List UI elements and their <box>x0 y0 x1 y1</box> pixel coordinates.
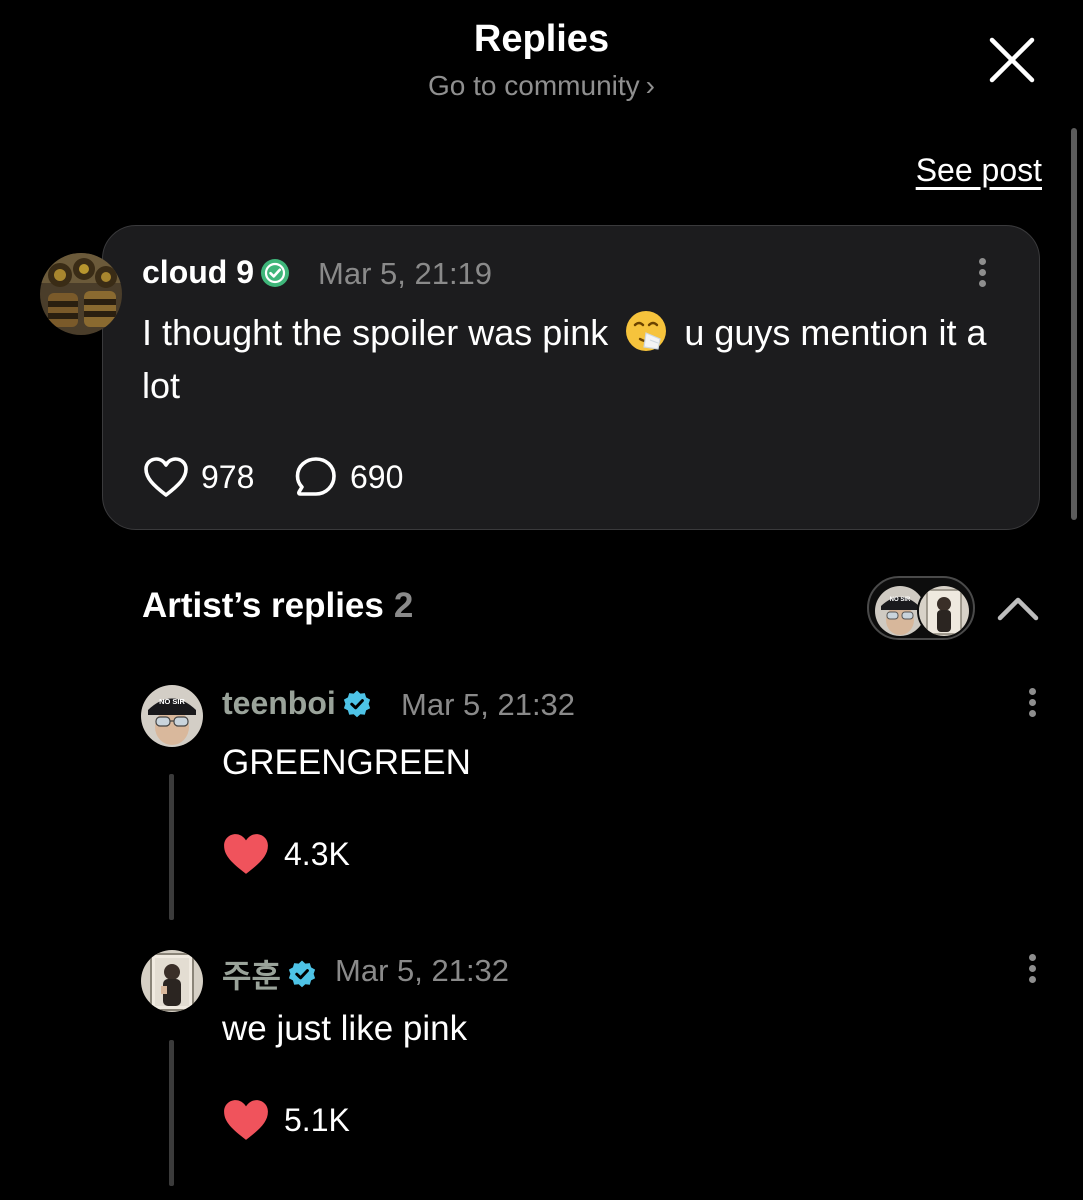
see-post-link[interactable]: See post <box>916 152 1042 189</box>
artist-verified-badge-icon <box>288 960 315 988</box>
go-to-community-label: Go to community <box>428 70 640 101</box>
post-author-avatar[interactable] <box>40 253 122 335</box>
page-title: Replies <box>473 18 610 60</box>
post-comment-count: 690 <box>350 458 404 495</box>
reply-more-options-button[interactable] <box>1026 954 1038 990</box>
avatar-image <box>141 950 203 1012</box>
reply-author-avatar[interactable] <box>141 950 203 1012</box>
artist-replies-heading: Artist’s replies 2 <box>142 586 413 626</box>
scrollbar[interactable] <box>1071 128 1077 520</box>
reply-text: GREENGREEN <box>222 743 471 782</box>
reply-more-options-button[interactable] <box>1026 688 1038 724</box>
sneezing-face-emoji-icon <box>626 311 667 351</box>
post-more-options-button[interactable] <box>976 258 988 294</box>
reply-author[interactable]: teenboi <box>222 685 372 722</box>
reply-like-count: 5.1K <box>284 1101 350 1138</box>
heart-filled-icon <box>224 834 268 874</box>
avatar-image <box>40 253 122 335</box>
close-icon <box>989 37 1035 83</box>
reply-like-button[interactable]: 4.3K <box>222 832 350 876</box>
reply-timestamp: Mar 5, 21:32 <box>401 687 576 722</box>
artist-replies-count: 2 <box>393 586 414 625</box>
close-button[interactable] <box>988 36 1036 84</box>
post-comment-button[interactable]: 690 <box>294 456 403 498</box>
reply-like-button[interactable]: 5.1K <box>222 1098 350 1142</box>
reply-author[interactable]: 주훈 <box>222 951 317 997</box>
reply-timestamp: Mar 5, 21:32 <box>335 953 510 988</box>
avatar-image: NO SIR <box>141 685 203 747</box>
post-like-button[interactable]: 978 <box>143 456 254 498</box>
reply-text: we just like pink <box>222 1009 468 1048</box>
chevron-right-icon: › <box>645 70 655 101</box>
verified-badge-icon <box>261 258 290 287</box>
comment-bubble-icon <box>295 457 336 496</box>
artist-avatar-juhoon-small <box>917 584 971 638</box>
reply-like-count: 4.3K <box>284 835 350 872</box>
artist-replies-title: Artist’s replies <box>142 586 384 625</box>
reply-author-name: 주훈 <box>222 958 281 994</box>
post-author[interactable]: cloud 9 <box>142 254 290 291</box>
post-timestamp: Mar 5, 21:19 <box>318 256 493 291</box>
reply-thread-line <box>169 774 174 920</box>
heart-outline-icon <box>144 457 188 497</box>
artist-verified-badge-icon <box>343 690 370 717</box>
reply-thread-line <box>169 1040 174 1186</box>
post-body: I thought the spoiler was pink u guys me… <box>142 306 1012 412</box>
artist-avatars-toggle[interactable]: NO SIR <box>867 576 975 640</box>
reply-author-avatar[interactable]: NO SIR <box>141 685 203 747</box>
post-text-part-1: I thought the spoiler was pink <box>142 312 609 353</box>
collapse-replies-button[interactable] <box>995 590 1041 626</box>
reply-author-name: teenboi <box>222 685 336 721</box>
go-to-community-link[interactable]: Go to community › <box>0 70 1083 102</box>
heart-filled-icon <box>224 1100 268 1140</box>
avatar-cap-text: NO SIR <box>159 697 185 706</box>
post-like-count: 978 <box>201 458 255 495</box>
svg-text:NO SIR: NO SIR <box>890 597 911 603</box>
post-author-name: cloud 9 <box>142 254 255 290</box>
chevron-up-icon <box>997 597 1039 621</box>
